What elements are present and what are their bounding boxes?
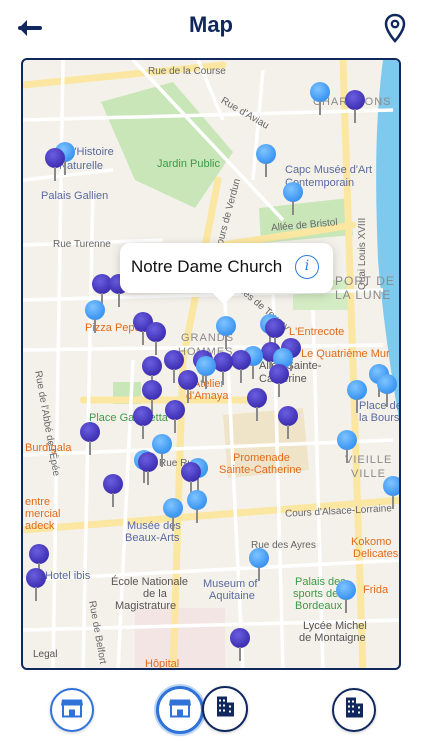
map-marker[interactable] — [138, 452, 158, 486]
map-label: L'Entrecote — [289, 326, 345, 338]
shop-icon — [60, 697, 84, 724]
map-label: Le Quatrième Mur — [301, 348, 390, 360]
building-icon — [214, 695, 236, 724]
map-marker[interactable] — [278, 406, 298, 440]
map-marker[interactable] — [256, 144, 276, 178]
map-label: mercial — [25, 508, 61, 520]
map-marker[interactable] — [231, 350, 251, 384]
map-marker[interactable] — [178, 370, 198, 404]
map-label: Beaux-Arts — [125, 532, 180, 544]
map-marker[interactable] — [377, 374, 397, 408]
map-marker[interactable] — [336, 580, 356, 614]
building-icon — [343, 696, 365, 725]
map-marker[interactable] — [187, 490, 207, 524]
map-label: VILLE — [351, 468, 386, 480]
map-label: Delicates — [353, 548, 399, 560]
page-title: Map — [189, 12, 233, 37]
marker-callout[interactable]: Notre Dame Church i — [120, 243, 333, 305]
callout-title: Notre Dame Church — [131, 257, 283, 276]
map-label: Hôpital — [145, 658, 180, 670]
map-marker[interactable] — [80, 422, 100, 456]
map-label: de Montaigne — [299, 632, 366, 644]
map-label: Frida — [363, 584, 389, 596]
map-marker[interactable] — [383, 476, 399, 510]
map-label: entre — [25, 496, 51, 508]
map-view[interactable]: Rue de la Course Rue d'Aviau CHARTRONS é… — [21, 58, 401, 670]
map-marker[interactable] — [216, 316, 236, 350]
map-label: Sainte-Catherine — [219, 464, 302, 476]
map-label: Palais Gallien — [41, 190, 109, 202]
map-marker[interactable] — [133, 406, 153, 440]
building-filter-button-active[interactable] — [202, 686, 248, 732]
map-marker[interactable] — [196, 356, 216, 390]
map-label: Aquitaine — [209, 590, 255, 602]
map-marker[interactable] — [163, 498, 183, 532]
map-label: Lycée Michel — [303, 620, 367, 632]
map-marker[interactable] — [247, 388, 267, 422]
map-marker[interactable] — [146, 322, 166, 356]
shop-icon — [168, 697, 192, 724]
map-label: Hotel ibis — [45, 570, 91, 582]
map-label: Rue de la Course — [148, 66, 226, 77]
map-marker[interactable] — [103, 474, 123, 508]
map-marker[interactable] — [283, 182, 303, 216]
map-label: Kokomo — [351, 536, 392, 548]
map-marker[interactable] — [230, 628, 250, 662]
map-label: sports de — [293, 588, 339, 600]
map-label: PORT DE — [335, 274, 395, 288]
map-label: LA LUNE — [335, 288, 392, 302]
info-icon[interactable]: i — [295, 255, 319, 279]
map-label: École Nationale — [111, 576, 189, 588]
map-label: Burdigala — [25, 442, 72, 454]
map-marker[interactable] — [310, 82, 330, 116]
map-marker[interactable] — [347, 380, 367, 414]
map-marker[interactable] — [165, 400, 185, 434]
map-marker[interactable] — [345, 90, 365, 124]
map-label: adeck — [25, 520, 55, 532]
shop-filter-button-active[interactable] — [156, 686, 204, 734]
map-label: de la — [143, 588, 167, 600]
map-label: Capc Musée d'Art — [285, 164, 373, 176]
map-label: Magistrature — [115, 600, 177, 612]
map-label: Jardin Public — [157, 158, 220, 170]
map-marker[interactable] — [85, 300, 105, 334]
bottom-bar — [0, 670, 422, 750]
map-pin-icon[interactable] — [384, 13, 406, 43]
map-marker[interactable] — [249, 548, 269, 582]
map-marker[interactable] — [213, 352, 233, 386]
map-marker[interactable] — [45, 148, 65, 182]
map-label: Rue Turenne — [53, 239, 111, 250]
building-filter-button[interactable] — [332, 688, 376, 732]
shop-filter-button[interactable] — [50, 688, 94, 732]
map-marker[interactable] — [269, 364, 289, 398]
map-label: Promenade — [233, 452, 290, 464]
header: Map — [0, 0, 422, 56]
map-marker[interactable] — [26, 568, 46, 602]
map-marker[interactable] — [337, 430, 357, 464]
legal-link[interactable]: Legal — [33, 649, 57, 660]
